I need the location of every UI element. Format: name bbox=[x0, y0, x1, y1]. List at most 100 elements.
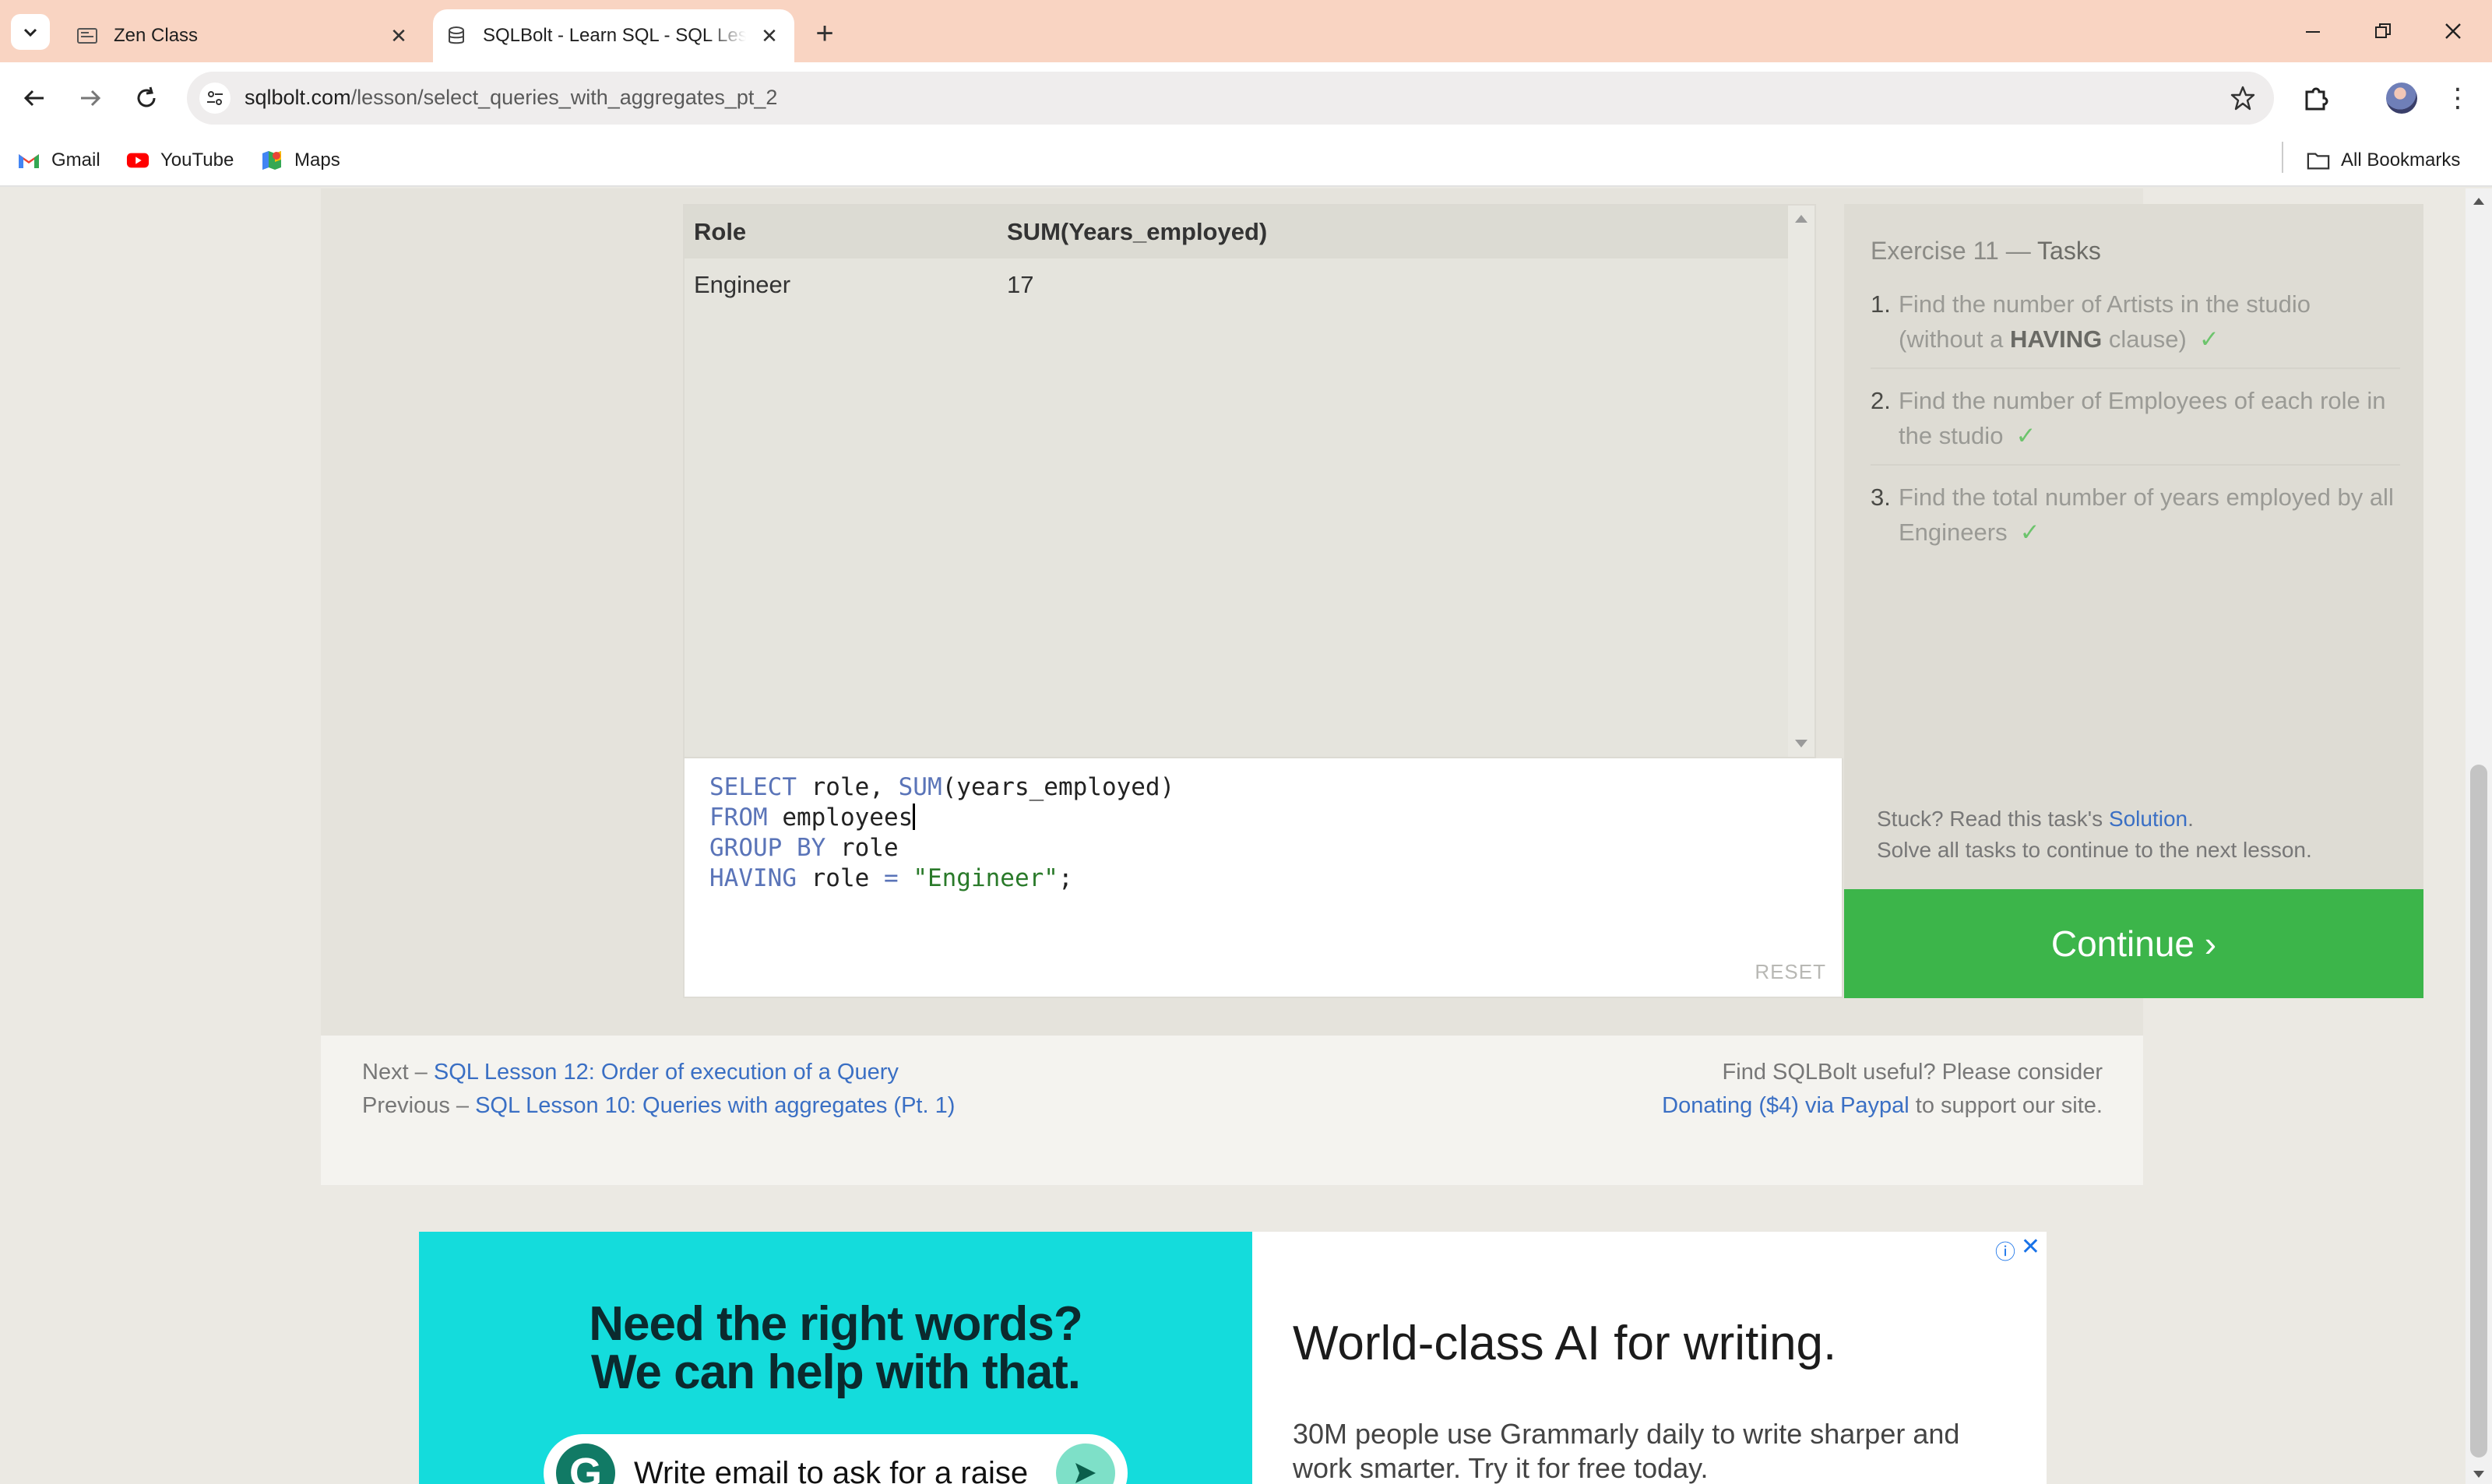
sql-text: (years_employed) bbox=[942, 773, 1175, 801]
tasks-panel: Exercise 11 — Tasks 1. Find the number o… bbox=[1844, 204, 2423, 889]
column-header: Role bbox=[685, 206, 998, 258]
code-line: HAVING role = "Engineer"; bbox=[709, 863, 1174, 894]
task-item: 3. Find the total number of years employ… bbox=[1871, 484, 2394, 546]
arrow-left-icon bbox=[23, 90, 44, 107]
previous-lesson-link[interactable]: SQL Lesson 10: Queries with aggregates (… bbox=[475, 1093, 955, 1118]
ad-headline: Need the right words? We can help with th… bbox=[589, 1297, 1082, 1399]
tasks-heading: Exercise 11 — Tasks bbox=[1871, 237, 2101, 265]
sql-keyword: SELECT bbox=[709, 773, 797, 801]
tab-title: SQLBolt - Learn SQL - SQL Lessons bbox=[483, 25, 746, 46]
tab-sqlbolt[interactable]: SQLBolt - Learn SQL - SQL Lessons ✕ bbox=[433, 9, 794, 62]
minimize-icon bbox=[2306, 31, 2320, 33]
all-bookmarks-button[interactable]: All Bookmarks bbox=[2307, 145, 2460, 176]
ad-visual: Need the right words? We can help with th… bbox=[419, 1232, 1252, 1484]
tab-search-button[interactable] bbox=[11, 14, 50, 50]
donate-text: Find SQLBolt useful? Please consider Don… bbox=[1662, 1060, 2103, 1118]
bookmark-maps[interactable]: Maps bbox=[260, 145, 340, 176]
browser-toolbar: sqlbolt.com/lesson/select_queries_with_a… bbox=[0, 62, 2492, 134]
profile-avatar[interactable] bbox=[2386, 83, 2417, 114]
lesson-navigation: Next – SQL Lesson 12: Order of execution… bbox=[321, 1036, 2143, 1185]
task-list: 1. Find the number of Artists in the stu… bbox=[1871, 287, 2400, 575]
scroll-up-icon[interactable] bbox=[1795, 215, 1807, 223]
sql-text: role, bbox=[796, 773, 899, 801]
sql-keyword: GROUP BY bbox=[709, 834, 826, 862]
sql-string: "Engineer" bbox=[913, 864, 1058, 892]
ad-info-icon[interactable]: ⓘ bbox=[1995, 1236, 2015, 1265]
task-item: 2. Find the number of Employees of each … bbox=[1871, 383, 2400, 466]
task-item: 1. Find the number of Artists in the stu… bbox=[1871, 287, 2400, 369]
bookmark-star-icon[interactable] bbox=[2227, 83, 2258, 114]
text-caret bbox=[913, 804, 916, 830]
sql-text: employees bbox=[767, 804, 913, 832]
close-icon[interactable]: ✕ bbox=[385, 22, 413, 50]
ad-close-icon[interactable]: ✕ bbox=[2021, 1233, 2040, 1261]
tab-title: Zen Class bbox=[114, 25, 199, 46]
ad-prompt-pill: G Write email to ask for a raise bbox=[544, 1434, 1128, 1484]
results-header-row: Role SUM(Years_employed) bbox=[685, 206, 1789, 258]
next-lesson-link[interactable]: SQL Lesson 12: Order of execution of a Q… bbox=[434, 1060, 899, 1085]
bookmarks-divider bbox=[2282, 142, 2283, 173]
maps-icon bbox=[260, 149, 283, 172]
grammarly-logo-icon: G bbox=[556, 1444, 615, 1484]
sql-text: role bbox=[825, 834, 899, 862]
extensions-button[interactable] bbox=[2297, 79, 2335, 117]
ad-subtitle: 30M people use Grammarly daily to write … bbox=[1293, 1418, 1960, 1484]
check-icon: ✓ bbox=[2198, 325, 2219, 353]
query-results-pane: Role SUM(Years_employed) Engineer 17 bbox=[683, 204, 1816, 758]
check-icon: ✓ bbox=[2019, 519, 2040, 546]
sql-keyword: SUM bbox=[898, 773, 942, 801]
tab-zen-class[interactable]: Zen Class ✕ bbox=[65, 9, 424, 62]
close-icon bbox=[2445, 23, 2461, 39]
chevron-down-icon bbox=[23, 28, 37, 37]
restore-button[interactable] bbox=[2352, 11, 2414, 51]
scroll-down-icon[interactable] bbox=[2473, 1471, 2484, 1478]
results-scrollbar[interactable] bbox=[1788, 206, 1814, 757]
donate-link[interactable]: Donating ($4) via Paypal bbox=[1662, 1093, 1909, 1118]
zen-class-favicon bbox=[77, 28, 97, 44]
hint-text: Stuck? Read this task's Solution. Solve … bbox=[1877, 807, 2312, 862]
reset-button[interactable]: RESET bbox=[1755, 960, 1826, 984]
ad-prompt-text: Write email to ask for a raise bbox=[634, 1456, 1029, 1484]
minimize-button[interactable] bbox=[2282, 11, 2344, 51]
sql-text: = bbox=[883, 864, 899, 892]
sql-keyword: FROM bbox=[709, 804, 768, 832]
forward-button[interactable] bbox=[72, 79, 109, 117]
arrow-right-icon bbox=[81, 90, 101, 107]
results-table: Role SUM(Years_employed) Engineer 17 bbox=[685, 206, 1789, 311]
scroll-down-icon[interactable] bbox=[1795, 740, 1807, 747]
scrollbar-thumb[interactable] bbox=[2470, 765, 2487, 1458]
advertisement[interactable]: Need the right words? We can help with th… bbox=[419, 1232, 2047, 1484]
column-header: SUM(Years_employed) bbox=[998, 206, 1789, 258]
youtube-icon bbox=[126, 149, 150, 172]
bookmark-gmail[interactable]: Gmail bbox=[17, 145, 100, 176]
new-tab-button[interactable]: + bbox=[807, 16, 843, 51]
page-scrollbar[interactable] bbox=[2466, 188, 2492, 1484]
bookmarks-bar: Gmail YouTube Maps All Bookmarks bbox=[0, 134, 2492, 187]
back-button[interactable] bbox=[16, 79, 53, 117]
puzzle-icon bbox=[2305, 87, 2328, 111]
site-info-icon[interactable] bbox=[199, 83, 231, 114]
check-icon: ✓ bbox=[2015, 422, 2036, 449]
send-icon bbox=[1056, 1444, 1115, 1484]
sql-text: role bbox=[796, 864, 884, 892]
sql-code[interactable]: SELECT role, SUM(years_employed) FROM emp… bbox=[709, 772, 1174, 894]
more-menu-icon[interactable]: ⋮ bbox=[2442, 81, 2473, 115]
restore-icon bbox=[2375, 23, 2391, 38]
bookmark-youtube[interactable]: YouTube bbox=[126, 145, 234, 176]
table-cell: 17 bbox=[1007, 271, 1034, 298]
sql-keyword: HAVING bbox=[709, 864, 797, 892]
database-favicon bbox=[449, 26, 464, 44]
solution-link[interactable]: Solution bbox=[2109, 807, 2188, 831]
reload-button[interactable] bbox=[128, 79, 165, 117]
continue-button[interactable]: Continue › bbox=[1844, 889, 2423, 998]
ad-title: World-class AI for writing. bbox=[1293, 1317, 1837, 1370]
code-line: SELECT role, SUM(years_employed) bbox=[709, 772, 1174, 803]
url-text: sqlbolt.com/lesson/select_queries_with_a… bbox=[245, 86, 778, 109]
scroll-up-icon[interactable] bbox=[2473, 198, 2484, 205]
table-cell: Engineer bbox=[694, 271, 791, 298]
close-icon[interactable]: ✕ bbox=[755, 22, 783, 50]
lesson-links: Next – SQL Lesson 12: Order of execution… bbox=[362, 1060, 956, 1118]
sql-editor[interactable]: SELECT role, SUM(years_employed) FROM emp… bbox=[683, 758, 1843, 998]
window-close-button[interactable] bbox=[2422, 11, 2484, 51]
address-bar[interactable]: sqlbolt.com/lesson/select_queries_with_a… bbox=[187, 72, 2274, 125]
